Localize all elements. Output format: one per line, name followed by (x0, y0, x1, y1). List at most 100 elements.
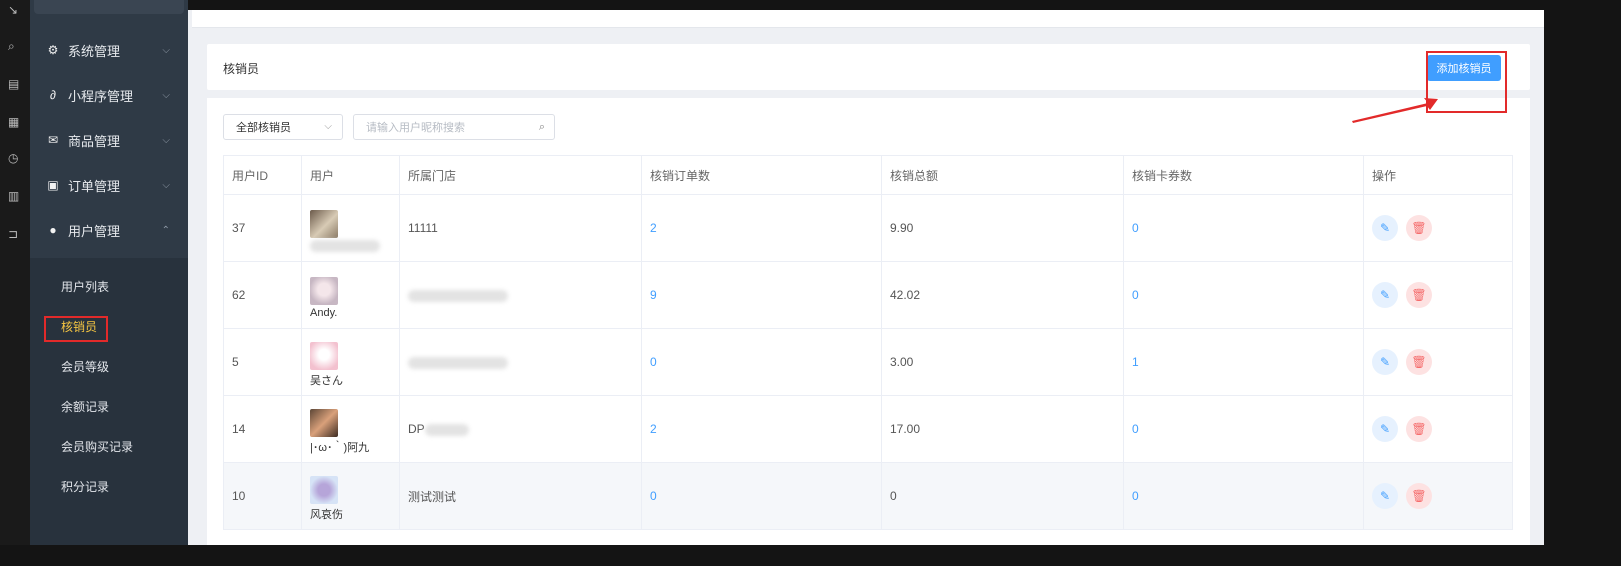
cell-orders[interactable]: 0 (641, 328, 882, 396)
annotation-arrow (1352, 98, 1438, 123)
orders-link[interactable]: 0 (650, 355, 657, 369)
cell-total: 0 (881, 462, 1124, 530)
sidebar-logo-area (34, 0, 184, 14)
delete-button[interactable]: 🗑 (1406, 282, 1432, 308)
sidebar-item-system[interactable]: ⚙ 系统管理 ⌵ (30, 28, 188, 72)
avatar (310, 409, 338, 437)
sidebar-item-products[interactable]: ✉ 商品管理 ⌵ (30, 118, 188, 162)
cell-orders[interactable]: 2 (641, 395, 882, 463)
cell-cards[interactable]: 0 (1123, 194, 1364, 262)
column-header: 用户ID (223, 155, 302, 195)
cell-orders[interactable]: 2 (641, 194, 882, 262)
cell-user: 风哀伤 (301, 462, 400, 530)
cell-user-id: 14 (223, 395, 302, 463)
cards-link[interactable]: 0 (1132, 288, 1139, 302)
column-header: 核销总额 (881, 155, 1124, 195)
delete-button[interactable]: 🗑 (1406, 349, 1432, 375)
edit-button[interactable]: ✎ (1372, 349, 1398, 375)
cards-link[interactable]: 0 (1132, 221, 1139, 235)
table-row: 37 11111 2 9.90 0 ✎ 🗑 (223, 194, 1513, 262)
submenu-item-label: 会员购买记录 (61, 439, 134, 454)
cards-link[interactable]: 0 (1132, 489, 1139, 503)
search-icon[interactable]: ⌕ (539, 121, 545, 134)
delete-button[interactable]: 🗑 (1406, 215, 1432, 241)
pencil-icon: ✎ (1379, 221, 1391, 235)
chevron-up-icon: ⌃ (161, 224, 170, 236)
sidebar-item-users[interactable]: ● 用户管理 ⌃ (30, 208, 188, 252)
store-text: DP (408, 422, 425, 436)
orders-link[interactable]: 0 (650, 489, 657, 503)
submenu-item-balance-log[interactable]: 余额记录 (30, 386, 188, 426)
sidebar-item-miniprogram[interactable]: ∂ 小程序管理 ⌵ (30, 73, 188, 117)
edit-button[interactable]: ✎ (1372, 282, 1398, 308)
trash-icon: 🗑 (1411, 288, 1427, 302)
submenu-item-points-log[interactable]: 积分记录 (30, 466, 188, 506)
cell-cards[interactable]: 0 (1123, 462, 1364, 530)
sidebar-item-label: 用户管理 (68, 223, 121, 239)
orders-link[interactable]: 2 (650, 422, 657, 436)
user-name: |･ω･｀)阿九 (310, 442, 370, 454)
cards-link[interactable]: 0 (1132, 422, 1139, 436)
table-row: 10 风哀伤 测试测试 0 0 0 ✎ 🗑 (223, 462, 1513, 530)
cart-icon[interactable]: ⊐ (8, 228, 18, 240)
left-icon-rail: ↘ ⌕ ▤ ▦ ◷ ▥ ⊐ (0, 0, 30, 566)
trash-icon: 🗑 (1411, 422, 1427, 436)
trash-icon: 🗑 (1411, 221, 1427, 235)
chevron-down-icon: ⌵ (162, 134, 170, 146)
redacted-text (408, 289, 508, 302)
user-name: Andy. (310, 307, 338, 319)
cell-user: Andy. (301, 261, 400, 329)
file-icon[interactable]: ▥ (8, 190, 19, 202)
edit-button[interactable]: ✎ (1372, 416, 1398, 442)
main-content: 核销员 添加核销员 全部核销员 ⌵ ⌕ 用户ID 用户 所属门店 核销订单数 核 (188, 10, 1544, 545)
sidebar-item-label: 订单管理 (68, 178, 121, 194)
orders-link[interactable]: 2 (650, 221, 657, 235)
sidebar-item-label: 系统管理 (68, 43, 121, 59)
document-icon[interactable]: ▤ (8, 78, 19, 90)
cell-orders[interactable]: 9 (641, 261, 882, 329)
delete-button[interactable]: 🗑 (1406, 416, 1432, 442)
submenu-item-label: 积分记录 (61, 479, 110, 494)
cell-user: 吴さん (301, 328, 400, 396)
edit-button[interactable]: ✎ (1372, 483, 1398, 509)
clipboard-icon: ▣ (47, 178, 59, 192)
search-icon[interactable]: ⌕ (8, 40, 15, 52)
cell-user-id: 37 (223, 194, 302, 262)
pencil-icon: ✎ (1379, 355, 1391, 369)
orders-link[interactable]: 9 (650, 288, 657, 302)
user-name (310, 240, 399, 253)
rail-icon[interactable]: ↘ (8, 4, 18, 16)
table-row: 5 吴さん 0 3.00 1 ✎ 🗑 (223, 328, 1513, 396)
column-header: 核销卡券数 (1123, 155, 1364, 195)
user-name: 风哀伤 (310, 509, 343, 521)
submenu-item-user-list[interactable]: 用户列表 (30, 266, 188, 306)
trash-icon: 🗑 (1411, 489, 1427, 503)
submenu-item-member-purchase-log[interactable]: 会员购买记录 (30, 426, 188, 466)
verifier-filter-select[interactable]: 全部核销员 ⌵ (223, 114, 343, 140)
sidebar-item-label: 商品管理 (68, 133, 121, 149)
search-input[interactable] (354, 115, 528, 141)
delete-button[interactable]: 🗑 (1406, 483, 1432, 509)
sidebar-item-orders[interactable]: ▣ 订单管理 ⌵ (30, 163, 188, 207)
pencil-icon: ✎ (1379, 489, 1391, 503)
column-header: 操作 (1363, 155, 1513, 195)
list-icon[interactable]: ▦ (8, 116, 19, 128)
chevron-down-icon: ⌵ (162, 44, 170, 56)
cell-cards[interactable]: 0 (1123, 261, 1364, 329)
column-header: 核销订单数 (641, 155, 882, 195)
cell-user-id: 62 (223, 261, 302, 329)
clock-icon[interactable]: ◷ (8, 152, 18, 164)
cell-total: 42.02 (881, 261, 1124, 329)
cell-actions: ✎ 🗑 (1363, 194, 1513, 262)
mail-icon: ✉ (47, 133, 59, 147)
cell-store (399, 328, 642, 396)
submenu-item-member-level[interactable]: 会员等级 (30, 346, 188, 386)
cell-cards[interactable]: 1 (1123, 328, 1364, 396)
edit-button[interactable]: ✎ (1372, 215, 1398, 241)
cell-cards[interactable]: 0 (1123, 395, 1364, 463)
pencil-icon: ✎ (1379, 288, 1391, 302)
window-frame-right (1544, 0, 1621, 566)
cell-orders[interactable]: 0 (641, 462, 882, 530)
cards-link[interactable]: 1 (1132, 355, 1139, 369)
cell-store: DP (399, 395, 642, 463)
